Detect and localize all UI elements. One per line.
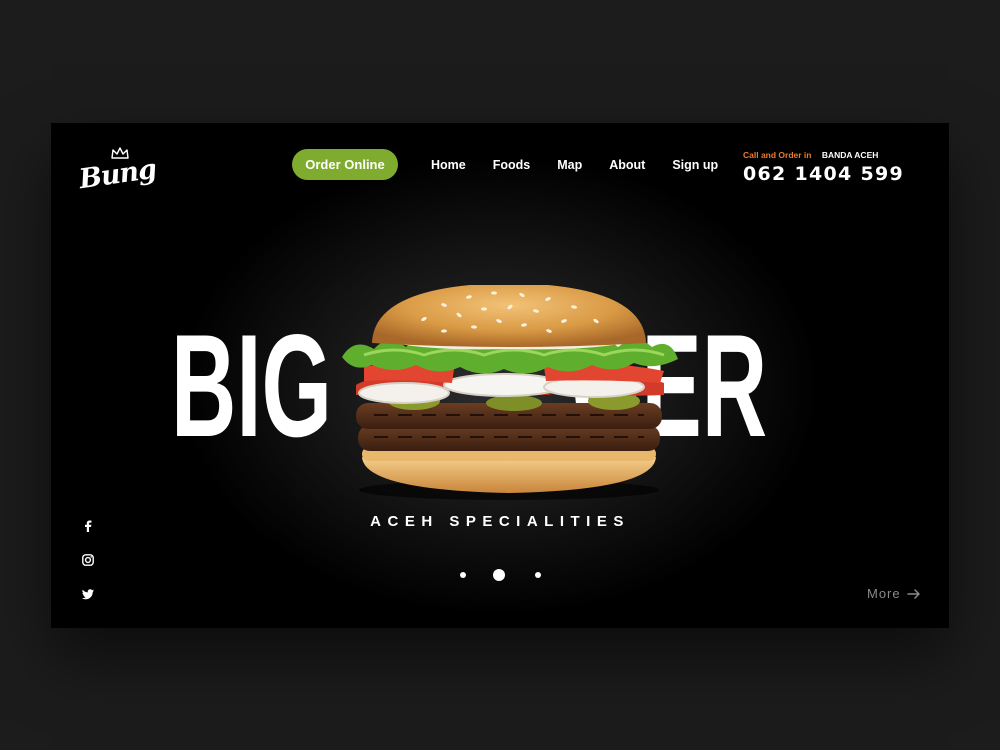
carousel-dot-3[interactable] [535,572,541,578]
more-link[interactable]: More [867,586,921,601]
arrow-right-icon [906,588,920,599]
logo-wordmark: Bung [77,153,158,196]
instagram-icon[interactable] [81,553,95,567]
nav-home[interactable]: Home [431,158,466,172]
nav-foods[interactable]: Foods [493,158,531,172]
facebook-icon[interactable] [81,519,95,533]
carousel-dot-1[interactable] [460,572,466,578]
main-nav: Home Foods Map About Sign up [431,158,745,172]
carousel-indicators [456,568,546,582]
headline-left: BIG [171,304,332,467]
order-online-button[interactable]: Order Online [292,149,398,180]
contact-line: Call and Order in BANDA ACEH [743,150,923,160]
brand-logo[interactable]: Bung [77,147,158,199]
more-label: More [867,586,901,601]
contact-city: BANDA ACEH [821,150,879,160]
nav-map[interactable]: Map [557,158,582,172]
carousel-dot-2-active[interactable] [493,569,505,581]
contact-block: Call and Order in BANDA ACEH 062 1404 59… [743,150,923,185]
burger-image [342,285,678,500]
phone-number[interactable]: 062 1404 599 [743,163,923,185]
nav-sign-up[interactable]: Sign up [672,158,718,172]
hero-tagline: ACEH SPECIALITIES [370,513,630,530]
contact-label: Call and Order in [743,150,812,160]
twitter-icon[interactable] [81,587,95,601]
hero-frame: Bung Order Online Home Foods Map About S… [51,123,949,628]
nav-about[interactable]: About [609,158,645,172]
